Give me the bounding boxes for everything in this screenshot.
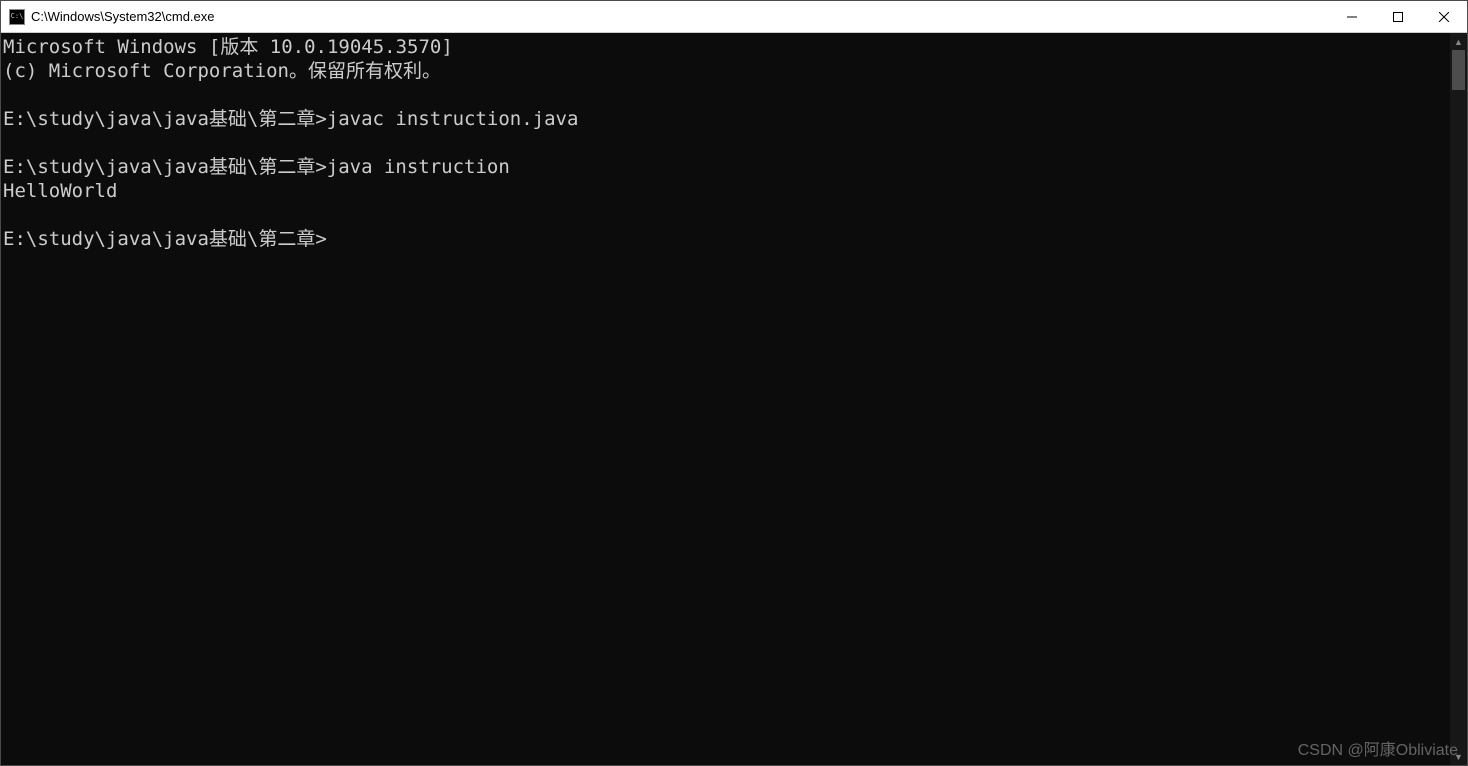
close-button[interactable] [1421, 1, 1467, 33]
minimize-button[interactable] [1329, 1, 1375, 33]
vertical-scrollbar[interactable]: ▲ ▼ [1450, 33, 1467, 765]
app-icon-text: C:\ [11, 13, 24, 20]
app-icon: C:\ [9, 9, 25, 25]
close-icon [1439, 12, 1449, 22]
maximize-button[interactable] [1375, 1, 1421, 33]
scroll-track[interactable] [1450, 50, 1467, 748]
scroll-down-arrow-icon[interactable]: ▼ [1450, 748, 1467, 765]
window-title: C:\Windows\System32\cmd.exe [31, 9, 215, 24]
minimize-icon [1347, 12, 1357, 22]
scroll-up-arrow-icon[interactable]: ▲ [1450, 33, 1467, 50]
maximize-icon [1393, 12, 1403, 22]
terminal-output[interactable]: Microsoft Windows [版本 10.0.19045.3570] (… [1, 33, 1450, 765]
scroll-thumb[interactable] [1452, 50, 1465, 90]
cmd-window: C:\ C:\Windows\System32\cmd.exe Microsof… [0, 0, 1468, 766]
content-area: Microsoft Windows [版本 10.0.19045.3570] (… [1, 33, 1467, 765]
titlebar[interactable]: C:\ C:\Windows\System32\cmd.exe [1, 1, 1467, 33]
